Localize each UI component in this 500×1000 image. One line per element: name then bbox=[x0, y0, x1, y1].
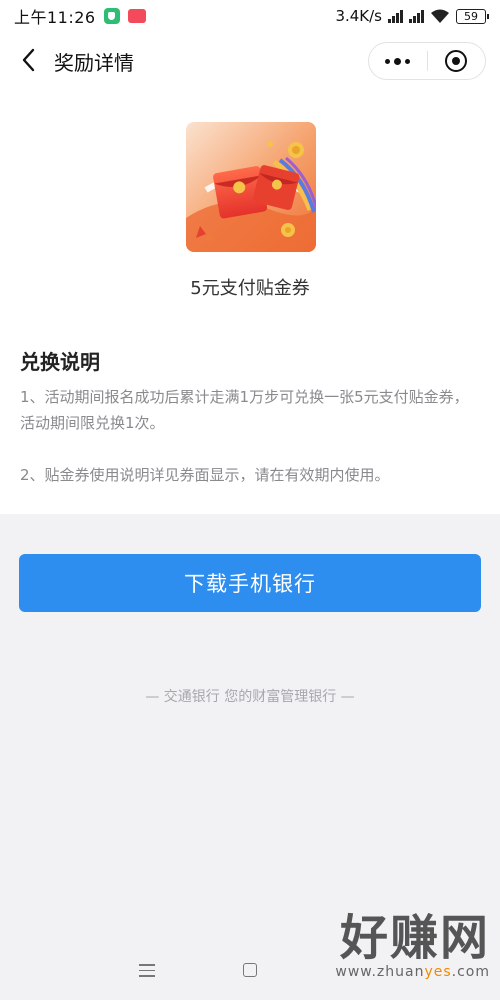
footer-slogan: — 交通银行 您的财富管理银行 — bbox=[145, 689, 355, 705]
home-icon[interactable] bbox=[243, 963, 257, 977]
signal-icon bbox=[409, 9, 424, 23]
battery-icon: 59 bbox=[456, 8, 489, 24]
status-bar: 上午11:26 3.4K/s 59 bbox=[0, 0, 500, 32]
menu-icon[interactable] bbox=[139, 964, 155, 977]
watermark-url-highlight: yes bbox=[424, 964, 452, 980]
close-button[interactable] bbox=[427, 43, 485, 79]
status-time: 上午11:26 bbox=[14, 8, 96, 27]
watermark-url: www.zhuanyes.com bbox=[335, 964, 490, 980]
network-speed: 3.4K/s bbox=[335, 7, 382, 25]
wechat-pay-icon bbox=[103, 8, 120, 24]
status-left: 上午11:26 bbox=[14, 4, 146, 28]
reward-name: 5元支付贴金券 bbox=[190, 278, 310, 299]
status-right: 3.4K/s 59 bbox=[335, 7, 489, 25]
watermark-url-prefix: www.zhuan bbox=[335, 964, 425, 980]
app-notification-icon bbox=[127, 9, 146, 23]
target-close-icon bbox=[445, 50, 468, 72]
mini-program-capsule bbox=[368, 42, 486, 80]
more-dots-icon bbox=[405, 58, 411, 64]
chevron-left-icon bbox=[22, 48, 35, 72]
watermark-logo: 好赚网 bbox=[339, 910, 490, 966]
nav-bar: 奖励详情 bbox=[0, 32, 500, 88]
more-button[interactable] bbox=[369, 43, 427, 79]
red-envelope-coupon-illustration bbox=[186, 122, 316, 252]
back-button[interactable] bbox=[14, 46, 42, 74]
rule-item: 2、贴金券使用说明详见券面显示，请在有效期内使用。 bbox=[20, 466, 390, 484]
signal-icon bbox=[388, 9, 403, 23]
wifi-icon bbox=[431, 9, 449, 23]
battery-level: 59 bbox=[464, 9, 478, 23]
reward-detail-card: 5元支付贴金券 兑换说明 1、活动期间报名成功后累计走满1万步可兑换一张5元支付… bbox=[0, 88, 500, 514]
reward-image bbox=[186, 122, 316, 252]
download-app-button[interactable]: 下载手机银行 bbox=[19, 554, 481, 612]
watermark-url-suffix: .com bbox=[451, 964, 490, 980]
rule-item: 1、活动期间报名成功后累计走满1万步可兑换一张5元支付贴金券，活动期间限兑换1次… bbox=[20, 388, 469, 432]
watermark: 好赚网 www.zhuanyes.com bbox=[335, 912, 490, 980]
more-dots-icon bbox=[385, 58, 391, 64]
page-title: 奖励详情 bbox=[54, 51, 134, 75]
rules-title: 兑换说明 bbox=[20, 350, 100, 374]
more-dots-icon bbox=[394, 57, 402, 65]
